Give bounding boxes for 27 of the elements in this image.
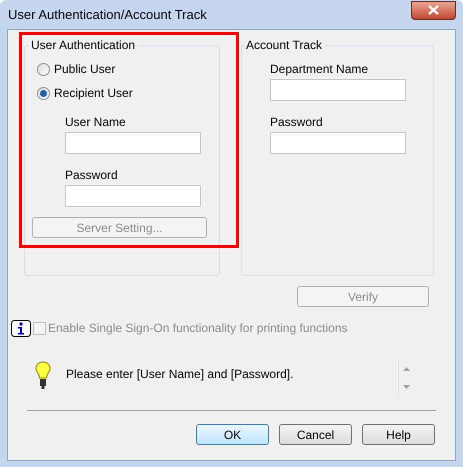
group-title: User Authentication [30, 37, 136, 54]
checkbox-label: Enable Single Sign-On functionality for printing functions [48, 320, 348, 337]
close-button[interactable] [411, 0, 456, 20]
lightbulb-icon [35, 361, 51, 390]
text-field[interactable] [270, 79, 406, 101]
radio-button[interactable] [37, 86, 50, 100]
scroll-up-icon [402, 367, 410, 371]
dialog-button[interactable]: Cancel [279, 424, 352, 445]
radio-button[interactable] [37, 62, 50, 76]
window-title: User Authentication/Account Track [7, 6, 207, 24]
radio-label: Public User [54, 62, 116, 76]
group-title: Account Track [245, 37, 324, 54]
field-label: Department Name [270, 62, 370, 76]
text-field[interactable] [65, 185, 201, 207]
hint-message: Please enter [User Name] and [Password]. [66, 366, 294, 383]
field-label: Password [270, 115, 324, 129]
info-icon [11, 320, 31, 336]
radio-label: Recipient User [54, 86, 133, 100]
dialog-button[interactable]: Help [362, 424, 435, 445]
field-label: User Name [65, 115, 127, 129]
dialog-button[interactable]: OK [196, 424, 269, 445]
text-field[interactable] [65, 132, 201, 154]
close-icon [428, 5, 439, 15]
text-field[interactable] [270, 132, 406, 154]
field-label: Password [65, 168, 119, 182]
scrollbar[interactable] [398, 360, 413, 396]
scroll-down-icon [402, 385, 410, 389]
